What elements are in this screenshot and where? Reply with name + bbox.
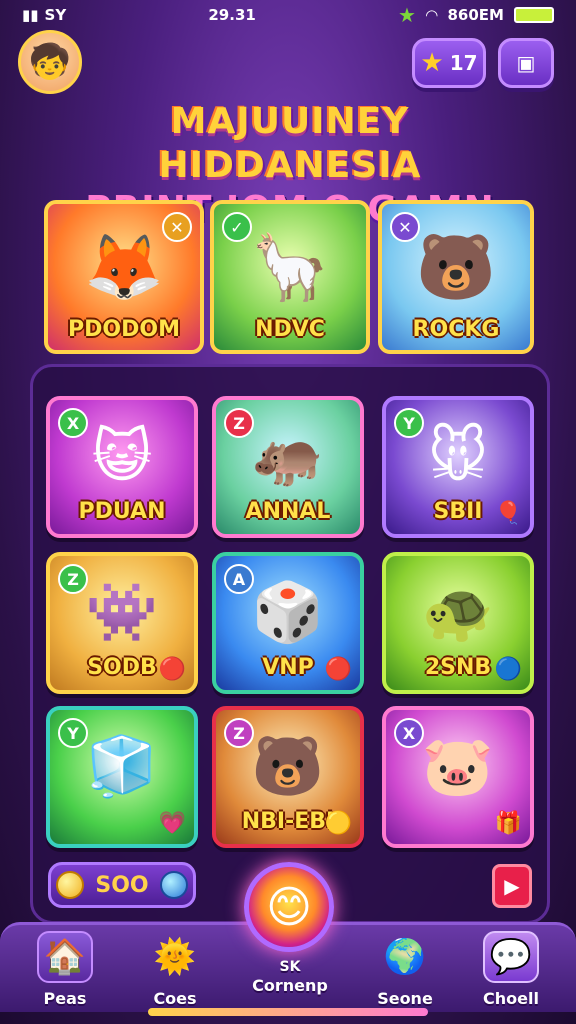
nav-item-choell[interactable]: 💬 Choell [466, 931, 556, 1008]
nav-label-seone: Seone [377, 989, 433, 1008]
nav-label-coes: Coes [153, 989, 197, 1008]
gem-cube-icon: 🧊 [85, 732, 159, 800]
ruby-icon: 🔴 [324, 657, 352, 682]
chat-icon: 💬 [483, 931, 539, 983]
level-tile-6[interactable]: 🐢 2SNB 🔵 [382, 552, 534, 694]
nav-label-home: Peas [43, 989, 87, 1008]
coin-value: SOO [95, 872, 149, 898]
level-tile-5[interactable]: A 🎲 VNP 🔴 [212, 552, 364, 694]
globe-icon: 🌍 [383, 937, 427, 977]
level-tile-2[interactable]: Z 🦛 ANNAL [212, 396, 364, 538]
fox-icon: 🦊 [84, 231, 164, 305]
heart-gem-icon: 💗 [158, 811, 186, 836]
featured-card-2[interactable]: ✓ 🦙 NDVC [210, 200, 370, 354]
orb-icon [159, 871, 188, 899]
level-tile-8[interactable]: Z 🐻 NBI-EBI 🟡 [212, 706, 364, 848]
alpaca-icon: 🦙 [250, 231, 330, 305]
featured-card-1[interactable]: ✕ 🦊 PDODOM [44, 200, 204, 354]
turtle-icon: 🐢 [421, 578, 495, 646]
coin-icon: 🟡 [324, 811, 352, 836]
home-icon: 🏠 [37, 931, 93, 983]
tile-label-5: VNP [262, 655, 314, 680]
coin-balance[interactable]: SOO [48, 862, 196, 908]
monster-icon: 👾 [85, 578, 159, 646]
nav-label-choell: Choell [483, 989, 539, 1008]
featured-label-3: ROCKG [412, 317, 500, 342]
cat-icon: 😺 [91, 422, 153, 490]
level-tile-1[interactable]: X 😺 PDUAN [46, 396, 198, 538]
center-main-label: Cornenp [252, 976, 328, 995]
battery-icon [513, 7, 554, 23]
status-right: ★ ◠ 860EM [398, 3, 554, 27]
tile-label-6: 2SNB [424, 655, 492, 680]
menu-button[interactable]: ▣ [498, 38, 554, 88]
center-sub-label: SK [279, 959, 301, 975]
balloon-icon: 🎈 [494, 501, 522, 526]
level-tile-7[interactable]: Y 🧊 💗 [46, 706, 198, 848]
home-indicator[interactable] [148, 1008, 428, 1016]
title-line-1: MAJUUINEY HIDDANESIA [158, 101, 422, 186]
level-tile-4[interactable]: Z 👾 SODB 🔴 [46, 552, 198, 694]
nav-item-seone[interactable]: 🌍 Seone [360, 931, 450, 1008]
player-avatar[interactable]: 🧒 [18, 30, 82, 94]
status-bar: ▮▮ SY 29.31 ★ ◠ 860EM [0, 0, 576, 30]
featured-label-2: NDVC [255, 317, 325, 342]
level-tile-3[interactable]: Y 🐭 SBII 🎈 [382, 396, 534, 538]
play-icon: ▶ [504, 874, 520, 898]
ruby-icon: 🔴 [158, 657, 186, 682]
tile-label-2: ANNAL [245, 499, 331, 524]
center-label: SK Cornenp [230, 958, 350, 996]
tile-label-8: NBI-EBI [241, 809, 335, 834]
tile-label-3: SBII [433, 499, 483, 524]
signal-icon: ▮▮ [22, 6, 39, 24]
coin-icon [56, 871, 85, 899]
featured-card-3[interactable]: ✕ 🐻 ROCKG [378, 200, 534, 354]
album-icon: ▣ [516, 51, 536, 75]
nav-item-home[interactable]: 🏠 Peas [20, 931, 110, 1008]
gem-cube-icon: 🎲 [251, 578, 325, 646]
gift-icon: 🎁 [494, 811, 522, 836]
stars-counter-button[interactable]: ★ 17 [412, 38, 486, 88]
bear-icon: 🐻 [251, 732, 325, 800]
pig-icon: 🐷 [421, 732, 495, 800]
nav-item-coes[interactable]: 🌞 Coes [130, 931, 220, 1008]
rat-icon: 🐭 [427, 422, 489, 490]
play-button[interactable]: ▶ [492, 864, 532, 908]
center-play-button[interactable]: 😊 [244, 862, 334, 952]
status-left: ▮▮ SY [22, 6, 66, 24]
tile-label-1: PDUAN [78, 499, 166, 524]
orb-icon: 🔵 [494, 657, 522, 682]
featured-label-1: PDODOM [68, 317, 180, 342]
smiley-icon: 😊 [266, 881, 312, 933]
star-icon: ★ [420, 48, 444, 78]
hippo-icon: 🦛 [251, 422, 325, 490]
wifi-icon: ◠ [425, 6, 438, 24]
stars-count: 17 [449, 51, 478, 75]
level-tile-9[interactable]: X 🐷 🎁 [382, 706, 534, 848]
tile-label-4: SODB [87, 655, 157, 680]
carrier-text: SY [44, 6, 67, 24]
sun-icon: 🌞 [153, 937, 197, 977]
bear-icon: 🐻 [416, 231, 496, 305]
battery-text: 860EM [447, 6, 504, 24]
star-notification-icon: ★ [398, 3, 416, 27]
clock: 29.31 [208, 6, 256, 24]
